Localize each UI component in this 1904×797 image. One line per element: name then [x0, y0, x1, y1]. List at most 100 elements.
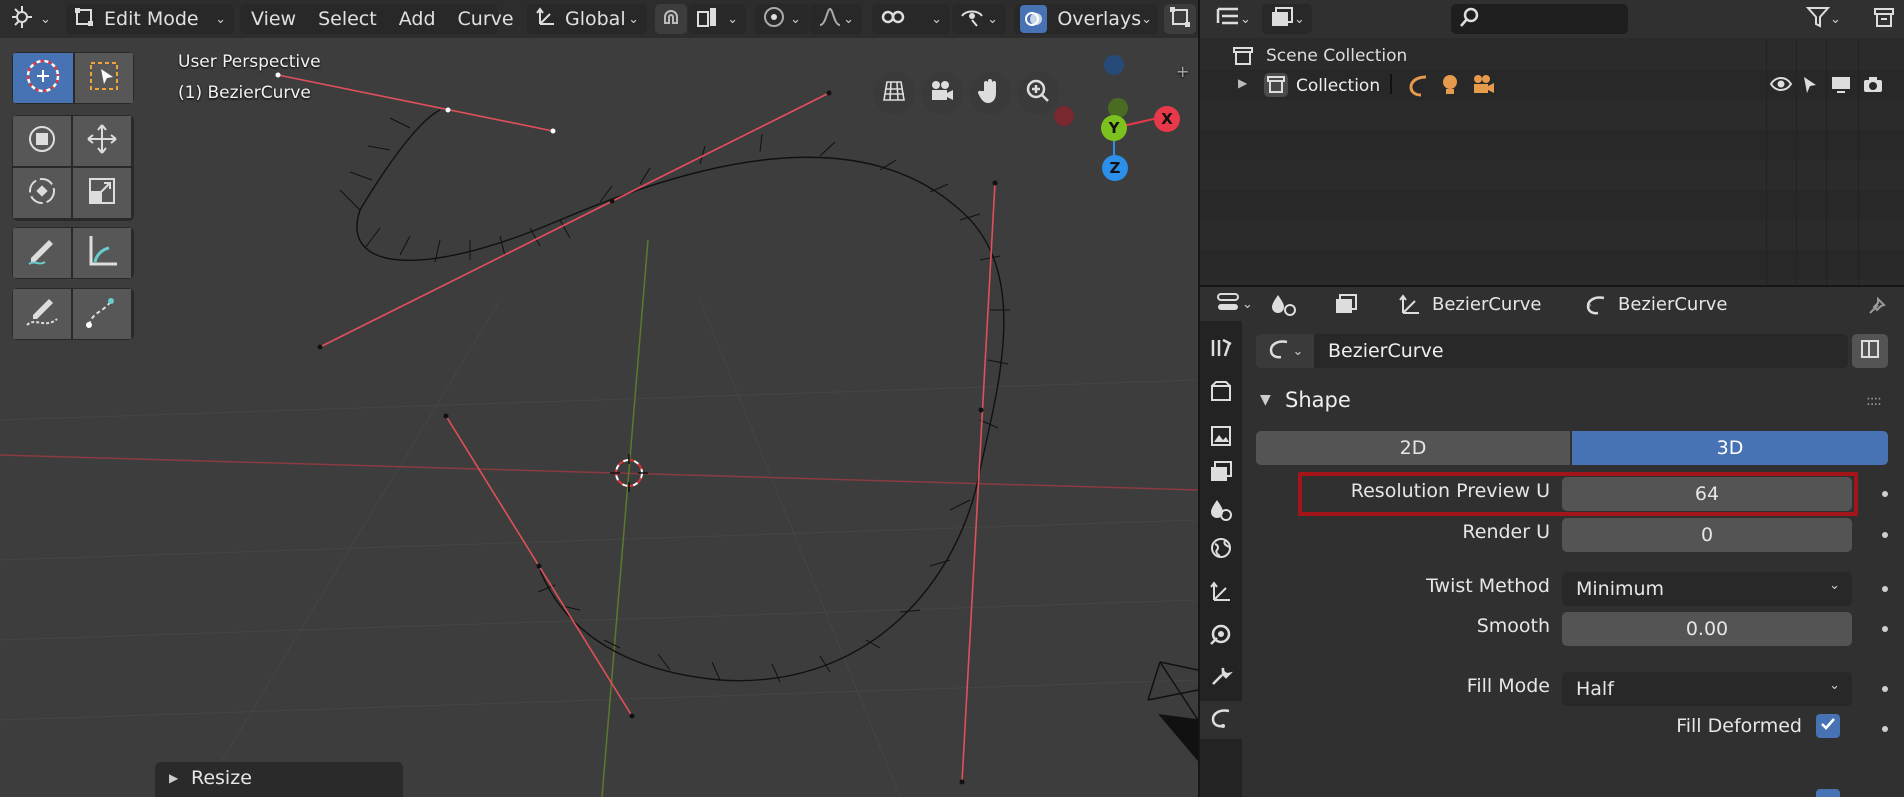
dimension-2d-button[interactable]: 2D [1256, 431, 1570, 465]
properties-editor-type-button[interactable]: ⌄ [1208, 289, 1258, 319]
filter-dropdown[interactable]: ⌄ [1798, 4, 1854, 34]
outliner-row-collection[interactable]: ▶ Collection [1200, 70, 1904, 100]
y-axis-ball[interactable]: Y [1101, 115, 1127, 141]
transform-orientation-dropdown[interactable]: Global ⌄ [527, 4, 647, 34]
select-arrow-icon[interactable] [1800, 75, 1820, 99]
snap-toggle[interactable] [655, 4, 687, 34]
curve-object-icon[interactable] [1408, 73, 1432, 101]
outliner-search-input[interactable] [1451, 4, 1628, 34]
outliner-editor-type-button[interactable]: ⌄ [1208, 4, 1260, 34]
resolution-preview-u-field[interactable]: 64 [1562, 477, 1852, 511]
light-object-icon[interactable] [1440, 73, 1460, 101]
snap-target-dropdown[interactable]: ⌄ [688, 4, 746, 34]
transform-icon [24, 121, 60, 161]
toggle-ortho-button[interactable] [873, 72, 915, 114]
neg-x-axis-ball[interactable] [1054, 106, 1074, 126]
render-u-field[interactable]: 0 [1562, 518, 1852, 552]
measure-tool[interactable] [73, 228, 131, 278]
pan-view-button[interactable] [969, 72, 1011, 114]
visibility-dropdown[interactable]: ⌄ [952, 4, 1006, 34]
expand-arrow-icon[interactable]: ▶ [1238, 76, 1247, 90]
drag-handle-icon[interactable]: :::: [1866, 393, 1882, 409]
partial-checkbox[interactable] [1816, 789, 1840, 797]
tab-output[interactable] [1200, 419, 1242, 457]
tab-world[interactable] [1200, 531, 1242, 569]
keyframe-dot-icon[interactable] [1882, 491, 1888, 497]
last-operator-label: Resize [191, 767, 252, 789]
last-operator-panel[interactable]: ▶ Resize [155, 762, 403, 797]
tab-object[interactable] [1200, 575, 1242, 613]
shape-panel-header[interactable]: ▼ Shape :::: [1242, 383, 1904, 421]
tab-tool[interactable] [1200, 331, 1242, 369]
keyframe-dot-icon[interactable] [1882, 686, 1888, 692]
twist-method-label: Twist Method [1426, 575, 1550, 597]
annotate-tool[interactable] [13, 228, 71, 278]
mesh-edit-overlays-button[interactable] [1164, 4, 1196, 34]
dimension-3d-button[interactable]: 3D [1572, 431, 1888, 465]
annotate-tools-group [12, 227, 134, 279]
tab-view-layer[interactable] [1200, 455, 1242, 493]
column-divider [1766, 40, 1767, 285]
menu-view[interactable]: View [240, 8, 307, 30]
fill-mode-dropdown[interactable]: Half ⌄ [1562, 672, 1852, 706]
curve-normals [339, 117, 1010, 683]
keyframe-dot-icon[interactable] [1882, 626, 1888, 632]
n-panel-toggle-icon[interactable]: + [1176, 62, 1189, 81]
falloff-dropdown[interactable]: ⌄ [810, 4, 862, 34]
render-camera-icon[interactable] [1862, 75, 1884, 99]
neg-z-axis-ball[interactable] [1104, 55, 1124, 75]
tab-scene[interactable] [1200, 493, 1242, 531]
smooth-field[interactable]: 0.00 [1562, 612, 1852, 646]
overlays-dropdown[interactable]: Overlays ⌄ [1014, 4, 1158, 34]
fill-mode-value: Half [1576, 678, 1614, 700]
twist-method-dropdown[interactable]: Minimum ⌄ [1562, 572, 1852, 606]
outliner-row-scene-collection[interactable]: Scene Collection [1200, 40, 1904, 70]
eye-arrow-icon [960, 6, 984, 33]
object-axes-icon [1398, 293, 1422, 321]
pin-icon[interactable] [1866, 293, 1890, 321]
tab-curve-data[interactable] [1200, 701, 1242, 739]
menu-add[interactable]: Add [388, 8, 447, 30]
x-axis-ball[interactable]: X [1154, 106, 1180, 132]
select-box-tool[interactable] [75, 53, 133, 103]
x-axis-line [0, 454, 1198, 491]
eye-icon[interactable] [1769, 75, 1793, 97]
monitor-icon[interactable] [1830, 75, 1852, 99]
scene-icon [1334, 293, 1358, 319]
scale-tool[interactable] [73, 168, 131, 218]
tab-modifiers[interactable] [1200, 659, 1242, 697]
z-axis-ball[interactable]: Z [1102, 155, 1128, 181]
properties-header: ⌄ BezierCurve › BezierCurve [1200, 285, 1904, 323]
keyframe-dot-icon[interactable] [1882, 586, 1888, 592]
fill-deformed-checkbox[interactable] [1816, 714, 1840, 738]
camera-object-icon[interactable] [1470, 73, 1498, 101]
fake-user-button[interactable] [1852, 334, 1888, 368]
magnet-icon [661, 7, 681, 32]
extrude-tool[interactable] [73, 289, 131, 339]
mode-dropdown[interactable]: Edit Mode ⌄ [66, 4, 234, 34]
zoom-view-button[interactable] [1017, 72, 1059, 114]
editor-type-button[interactable]: ⌄ [2, 4, 60, 34]
draw-tool[interactable] [13, 289, 71, 339]
twist-method-value: Minimum [1576, 578, 1665, 600]
curve-extrude-icon [83, 293, 121, 335]
select-circle-tool[interactable] [13, 53, 73, 103]
3d-viewport[interactable]: User Perspective (1) BezierCurve + Y X Z… [0, 38, 1198, 797]
camera-view-button[interactable] [921, 72, 963, 114]
datablock-name-field[interactable]: BezierCurve [1328, 340, 1444, 362]
new-collection-button[interactable] [1864, 4, 1898, 34]
tab-physics[interactable] [1200, 617, 1242, 655]
browse-curve-button[interactable]: ⌄ [1256, 334, 1314, 368]
proportional-editing-toggle[interactable]: ⌄ [755, 4, 809, 34]
display-mode-dropdown[interactable]: ⌄ [1262, 4, 1312, 34]
transform-tool[interactable] [13, 116, 71, 166]
move-tool[interactable] [73, 116, 131, 166]
tab-render[interactable] [1200, 375, 1242, 413]
keyframe-dot-icon[interactable] [1882, 532, 1888, 538]
menu-select[interactable]: Select [307, 8, 388, 30]
rotate-tool[interactable] [13, 168, 71, 218]
keyframe-dot-icon[interactable] [1882, 726, 1888, 732]
pivot-point-dropdown[interactable]: ⌄ [872, 4, 950, 34]
mode-label: Edit Mode [104, 8, 199, 30]
menu-curve[interactable]: Curve [447, 8, 525, 30]
